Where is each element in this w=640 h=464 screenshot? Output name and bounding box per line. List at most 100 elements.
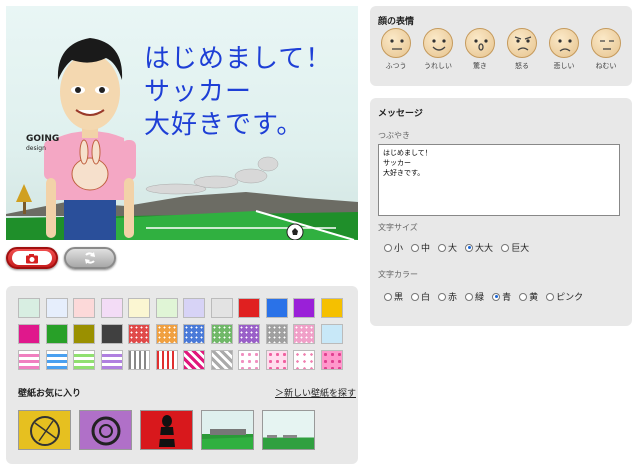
tweet-textarea[interactable]: はじめまして！ サッカー 大好きです。 <box>378 144 620 216</box>
wallpaper-swatch[interactable] <box>18 298 40 318</box>
radio-button-icon[interactable] <box>411 243 420 252</box>
wallpaper-pattern-swatch[interactable] <box>265 350 288 370</box>
wallpaper-thumb-stadium[interactable] <box>201 410 254 450</box>
radio-button-icon[interactable] <box>519 292 528 301</box>
radio-button-icon[interactable] <box>384 243 392 252</box>
wallpaper-swatch[interactable] <box>320 324 343 344</box>
font-color-radio[interactable]: ピンク <box>546 290 583 303</box>
wallpaper-thumb-yellow[interactable] <box>18 410 71 450</box>
wallpaper-swatch[interactable] <box>183 298 205 318</box>
radio-button-icon[interactable] <box>546 292 555 301</box>
font-color-label: 文字カラー <box>378 270 418 279</box>
font-size-label: 大 <box>448 244 458 254</box>
font-size-radio[interactable]: 大 <box>438 241 457 254</box>
wallpaper-swatch[interactable] <box>18 324 40 344</box>
wallpaper-swatch[interactable] <box>293 324 315 344</box>
face-option[interactable]: ふつう <box>378 28 414 71</box>
font-size-radio[interactable]: 小 <box>384 241 403 254</box>
wallpaper-swatch[interactable] <box>45 324 68 344</box>
face-expression-panel: 顔の表情 ふつう うれしい 驚き 怒る 悲しい ねむい <box>370 6 632 86</box>
font-color-label: 赤 <box>448 293 458 303</box>
font-size-label: 大大 <box>475 244 494 254</box>
wallpaper-swatch[interactable] <box>320 298 343 318</box>
wallpaper-thumb-red[interactable] <box>140 410 193 450</box>
wallpaper-swatch[interactable] <box>155 298 178 318</box>
favorites-title: 壁紙お気に入り <box>18 389 82 399</box>
font-size-radio[interactable]: 巨大 <box>501 241 529 254</box>
face-option[interactable]: 驚き <box>462 28 498 71</box>
face-option[interactable]: ねむい <box>588 28 624 71</box>
font-color-radio[interactable]: 青 <box>492 290 511 303</box>
face-sad-icon <box>549 28 579 58</box>
font-color-radio[interactable]: 緑 <box>465 290 484 303</box>
face-option[interactable]: 怒る <box>504 28 540 71</box>
wallpaper-swatches <box>18 298 347 370</box>
refresh-icon <box>85 252 95 264</box>
radio-button-icon[interactable] <box>465 292 474 301</box>
wallpaper-swatch[interactable] <box>45 298 68 318</box>
radio-button-icon[interactable] <box>492 292 501 301</box>
camera-button[interactable] <box>6 247 58 269</box>
wallpaper-pattern-swatch[interactable] <box>155 350 178 370</box>
wallpaper-swatch[interactable] <box>238 324 260 344</box>
font-color-radio[interactable]: 白 <box>411 290 430 303</box>
wallpaper-thumb-purple[interactable] <box>79 410 132 450</box>
wallpaper-swatch[interactable] <box>155 324 178 344</box>
wallpaper-pattern-swatch[interactable] <box>18 350 40 370</box>
face-happy-icon <box>423 28 453 58</box>
font-color-options: 黒 白 赤 緑 青 黄 ピンク <box>384 290 583 303</box>
radio-button-icon[interactable] <box>384 292 392 301</box>
face-label: ふつう <box>385 62 407 70</box>
font-color-label: 白 <box>421 293 431 303</box>
face-option[interactable]: 悲しい <box>546 28 582 71</box>
wallpaper-pattern-swatch[interactable] <box>100 350 123 370</box>
face-options: ふつう うれしい 驚き 怒る 悲しい ねむい <box>378 28 624 71</box>
font-color-radio[interactable]: 黒 <box>384 290 403 303</box>
watermark-sub: design <box>26 145 46 152</box>
wallpaper-pattern-swatch[interactable] <box>210 350 233 370</box>
wallpaper-swatch[interactable] <box>265 324 288 344</box>
face-option[interactable]: うれしい <box>420 28 456 71</box>
wallpaper-thumb-field[interactable] <box>262 410 315 450</box>
wallpaper-swatch[interactable] <box>128 324 150 344</box>
wallpaper-pattern-swatch[interactable] <box>128 350 150 370</box>
radio-button-icon[interactable] <box>438 292 447 301</box>
radio-button-icon[interactable] <box>438 243 447 252</box>
font-color-radio[interactable]: 赤 <box>438 290 457 303</box>
face-sleepy-icon <box>591 28 621 58</box>
wallpaper-swatch[interactable] <box>100 298 123 318</box>
stage-controls <box>6 247 116 269</box>
wallpaper-pattern-swatch[interactable] <box>183 350 205 370</box>
wallpaper-pattern-swatch[interactable] <box>45 350 68 370</box>
wallpaper-swatch[interactable] <box>210 324 233 344</box>
wallpaper-swatch[interactable] <box>73 298 95 318</box>
font-color-radio[interactable]: 黄 <box>519 290 538 303</box>
font-color-label: 黄 <box>529 293 539 303</box>
refresh-button[interactable] <box>64 247 116 269</box>
find-new-wallpaper-link[interactable]: ＞新しい壁紙を探す <box>275 386 356 399</box>
wallpaper-swatch[interactable] <box>238 298 260 318</box>
font-size-label: 小 <box>394 244 404 254</box>
wallpaper-pattern-swatch[interactable] <box>293 350 315 370</box>
wallpaper-swatch[interactable] <box>183 324 205 344</box>
wallpaper-swatch[interactable] <box>73 324 95 344</box>
font-size-label: 中 <box>421 244 431 254</box>
font-size-label: 巨大 <box>511 244 530 254</box>
radio-button-icon[interactable] <box>501 243 510 252</box>
camera-icon <box>26 253 38 263</box>
font-color-label: 緑 <box>475 293 485 303</box>
wallpaper-swatch[interactable] <box>100 324 123 344</box>
wallpaper-swatch[interactable] <box>293 298 315 318</box>
radio-button-icon[interactable] <box>411 292 420 301</box>
wallpaper-swatch[interactable] <box>128 298 150 318</box>
wallpaper-swatch[interactable] <box>210 298 233 318</box>
face-label: ねむい <box>595 62 617 70</box>
radio-button-icon[interactable] <box>465 243 474 252</box>
font-size-radio[interactable]: 中 <box>411 241 430 254</box>
wallpaper-pattern-swatch[interactable] <box>320 350 343 370</box>
favorite-thumbnails <box>18 410 315 450</box>
wallpaper-pattern-swatch[interactable] <box>238 350 260 370</box>
wallpaper-swatch[interactable] <box>265 298 288 318</box>
font-size-radio[interactable]: 大大 <box>465 241 493 254</box>
wallpaper-pattern-swatch[interactable] <box>73 350 95 370</box>
